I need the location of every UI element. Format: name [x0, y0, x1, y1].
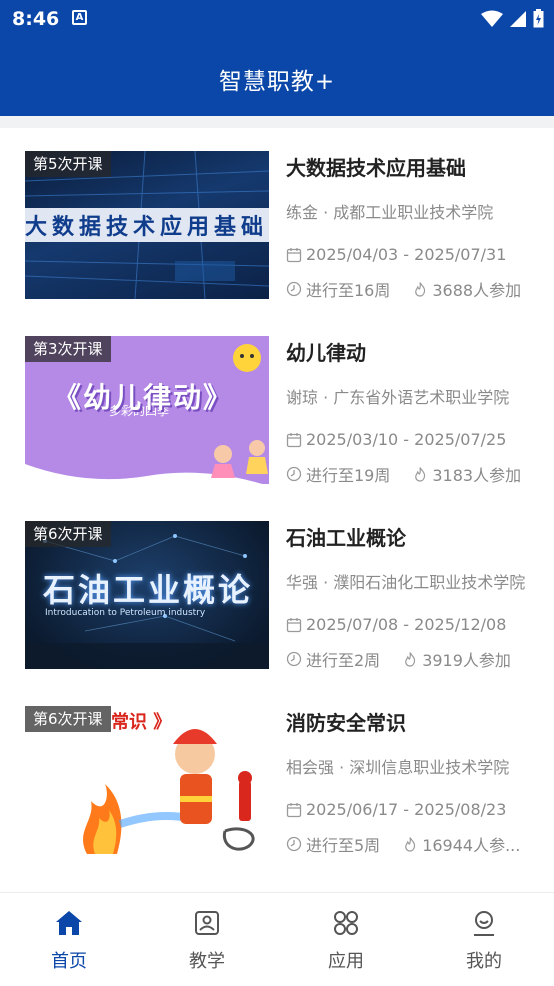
flame-icon: [405, 837, 416, 852]
progress-group: 进行至19周: [286, 462, 390, 486]
teaching-icon: [195, 911, 219, 935]
course-teacher: 谢琼 · 广东省外语艺术职业学院: [286, 388, 510, 407]
course-stats-row: 进行至2周 3919人参加: [286, 647, 531, 671]
progress-group: 进行至16周: [286, 277, 390, 301]
course-run-badge: 第6次开课: [25, 521, 111, 547]
course-stats-row: 进行至5周 16944人参...: [286, 832, 531, 856]
signal-icon: [510, 10, 526, 27]
clock-icon: [286, 651, 302, 667]
system-icons: [481, 9, 544, 28]
course-card[interactable]: Introducation to Petroleum industry 石油工业…: [0, 498, 554, 683]
bottom-navigation: 首页 教学 应用 我的: [0, 892, 554, 986]
course-dates: 2025/03/10 - 2025/07/25: [306, 430, 507, 449]
cover-title-text: 《幼儿律动》: [53, 381, 234, 414]
progress-group: 进行至2周: [286, 647, 380, 671]
course-dates: 2025/04/03 - 2025/07/31: [306, 245, 507, 264]
course-progress: 进行至16周: [306, 281, 391, 300]
course-stats-row: 进行至16周 3688人参加: [286, 277, 531, 301]
course-progress: 进行至2周: [306, 651, 381, 670]
clock-icon: [286, 466, 302, 482]
course-cover-image[interactable]: 常识 》 第6次开课: [25, 706, 269, 854]
course-run-badge: 第3次开课: [25, 336, 111, 362]
notification-a-icon: A: [72, 10, 87, 25]
divider: [0, 116, 554, 128]
course-title[interactable]: 大数据技术应用基础: [286, 152, 466, 181]
status-bar: 8:46 A: [0, 0, 554, 40]
nav-apps-label: 应用: [328, 951, 364, 972]
calendar-icon: [286, 432, 302, 447]
course-dates: 2025/06/17 - 2025/08/23: [306, 800, 507, 819]
cover-title-text: 常识 》: [111, 712, 172, 733]
course-participants: 3183人参加: [432, 466, 522, 485]
cover-title-text: 石油工业概论: [43, 571, 254, 609]
participants-group: 3183人参加: [412, 462, 521, 486]
flame-icon: [405, 652, 416, 667]
course-title[interactable]: 消防安全常识: [286, 707, 406, 736]
page-title: 智慧职教+: [218, 69, 336, 95]
progress-group: 进行至5周: [286, 832, 380, 856]
course-participants: 3919人参加: [422, 651, 511, 670]
participants-group: 16944人参...: [402, 832, 520, 856]
course-title[interactable]: 幼儿律动: [286, 337, 366, 366]
course-dates: 2025/07/08 - 2025/12/08: [306, 615, 507, 634]
course-list[interactable]: 大数据技术应用基础 第5次开课 大数据技术应用基础 练金 · 成都工业职业技术学…: [0, 128, 554, 868]
course-progress: 进行至19周: [306, 466, 391, 485]
course-dates-row: 2025/06/17 - 2025/08/23: [286, 800, 506, 819]
calendar-icon: [286, 802, 302, 817]
status-time: 8:46: [12, 8, 60, 30]
battery-icon: [533, 9, 544, 28]
course-cover-image[interactable]: Introducation to Petroleum industry 石油工业…: [25, 521, 269, 669]
clock-icon: [286, 281, 302, 297]
course-dates-row: 2025/03/10 - 2025/07/25: [286, 430, 506, 449]
apps-icon: [334, 911, 358, 935]
course-card[interactable]: 大数据技术应用基础 第5次开课 大数据技术应用基础 练金 · 成都工业职业技术学…: [0, 128, 554, 313]
calendar-icon: [286, 617, 302, 632]
course-cover-image[interactable]: 大数据技术应用基础 第5次开课: [25, 151, 269, 299]
course-teacher: 相会强 · 深圳信息职业技术学院: [286, 758, 510, 777]
participants-group: 3688人参加: [412, 277, 521, 301]
nav-home[interactable]: 首页: [29, 909, 109, 973]
cover-title-text: 大数据技术应用基础: [25, 215, 269, 240]
course-run-badge: 第6次开课: [25, 706, 111, 732]
course-teacher: 华强 · 濮阳石油化工职业技术学院: [286, 573, 526, 592]
flame-icon: [415, 467, 426, 482]
wifi-icon: [481, 10, 503, 27]
home-icon: [56, 911, 82, 935]
course-progress: 进行至5周: [306, 836, 381, 855]
course-run-badge: 第5次开课: [25, 151, 111, 177]
nav-profile[interactable]: 我的: [444, 909, 524, 973]
calendar-icon: [286, 247, 302, 262]
course-teacher: 练金 · 成都工业职业技术学院: [286, 203, 494, 222]
course-cover-image[interactable]: 多彩的四季 《幼儿律动》 第3次开课: [25, 336, 269, 484]
course-stats-row: 进行至19周 3183人参加: [286, 462, 531, 486]
course-dates-row: 2025/07/08 - 2025/12/08: [286, 615, 506, 634]
course-card[interactable]: 多彩的四季 《幼儿律动》 第3次开课 幼儿律动 谢琼 · 广东省外语艺术职业学院…: [0, 313, 554, 498]
profile-icon: [474, 911, 494, 936]
nav-teaching-label: 教学: [189, 951, 225, 972]
nav-home-label: 首页: [51, 951, 87, 972]
course-title[interactable]: 石油工业概论: [286, 522, 406, 551]
nav-apps[interactable]: 应用: [306, 909, 386, 973]
flame-icon: [415, 282, 426, 297]
participants-group: 3919人参加: [402, 647, 511, 671]
nav-teaching[interactable]: 教学: [167, 909, 247, 973]
course-participants: 16944人参...: [422, 836, 521, 855]
course-card[interactable]: 常识 》 第6次开课 消防安全常识 相会强 · 深圳信息职业技术学院 2025/…: [0, 683, 554, 868]
course-dates-row: 2025/04/03 - 2025/07/31: [286, 245, 506, 264]
course-participants: 3688人参加: [432, 281, 522, 300]
clock-icon: [286, 836, 302, 852]
nav-profile-label: 我的: [466, 951, 502, 972]
app-bar: 智慧职教+: [0, 40, 554, 116]
